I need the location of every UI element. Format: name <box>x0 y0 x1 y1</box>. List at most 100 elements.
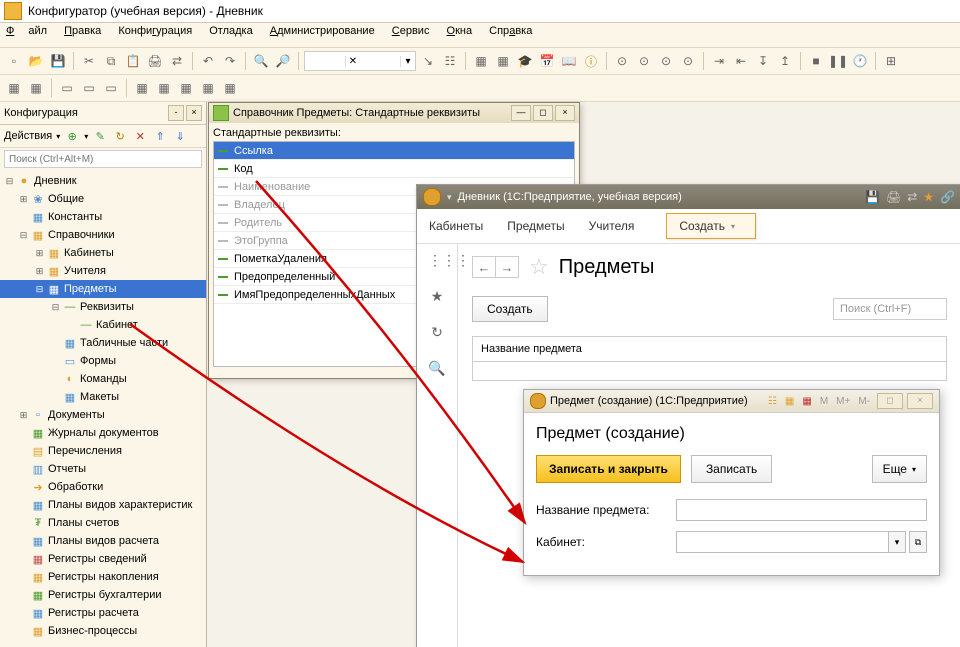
more-button[interactable]: Еще▾ <box>872 455 927 483</box>
menu-edit[interactable]: Правка <box>64 25 101 37</box>
tree-documents[interactable]: ⊞▫Документы <box>0 406 206 424</box>
goto-icon[interactable]: ↘ <box>418 51 438 71</box>
brk3-icon[interactable]: ⊙ <box>656 51 676 71</box>
dlg-max[interactable]: ◻ <box>877 393 903 409</box>
tb2c-icon[interactable]: ▭ <box>101 78 121 98</box>
ent-link-icon[interactable]: 🔗 <box>940 190 955 204</box>
ent-apps-icon[interactable]: ⋮⋮⋮ <box>428 252 446 270</box>
tree-journals[interactable]: ▦Журналы документов <box>0 424 206 442</box>
db1-icon[interactable]: ▦ <box>471 51 491 71</box>
down-icon[interactable]: ⇓ <box>172 128 188 144</box>
ent-nav-cabinets[interactable]: Кабинеты <box>429 219 483 233</box>
calendar-icon[interactable]: 📅 <box>537 51 557 71</box>
req-win-min[interactable]: — <box>511 105 531 121</box>
tree-bookregs[interactable]: ▦Регистры бухгалтерии <box>0 586 206 604</box>
tree-enums[interactable]: ▤Перечисления <box>0 442 206 460</box>
step3-icon[interactable]: ↧ <box>753 51 773 71</box>
menu-windows[interactable]: Окна <box>447 25 473 37</box>
brk1-icon[interactable]: ⊙ <box>612 51 632 71</box>
tb2e-icon[interactable]: ▦ <box>154 78 174 98</box>
tbl1-icon[interactable]: ▦ <box>4 78 24 98</box>
menu-file[interactable]: ФФайлайл <box>6 25 47 37</box>
dlg-tb-m[interactable]: M <box>817 396 831 407</box>
field-cabinet-input[interactable] <box>676 531 888 553</box>
compare-icon[interactable]: ⇄ <box>167 51 187 71</box>
tree-processing[interactable]: ➜Обработки <box>0 478 206 496</box>
tree-root[interactable]: ⊟●Дневник <box>0 172 206 190</box>
tree-subjects[interactable]: ⊟▦Предметы <box>0 280 206 298</box>
ent-star-icon[interactable]: ★ <box>923 190 934 204</box>
step4-icon[interactable]: ↥ <box>775 51 795 71</box>
tree-inforegs[interactable]: ▦Регистры сведений <box>0 550 206 568</box>
brk4-icon[interactable]: ⊙ <box>678 51 698 71</box>
save-icon[interactable]: 💾 <box>48 51 68 71</box>
ent-search-icon[interactable]: 🔍 <box>428 360 446 378</box>
tree-teachers[interactable]: ⊞▦Учителя <box>0 262 206 280</box>
tb2d-icon[interactable]: ▦ <box>132 78 152 98</box>
stop-icon[interactable]: ■ <box>806 51 826 71</box>
new-icon[interactable]: ▫ <box>4 51 24 71</box>
tree-tabular[interactable]: ▦Табличные части <box>0 334 206 352</box>
tb2h-icon[interactable]: ▦ <box>220 78 240 98</box>
dlg-tb-mminus[interactable]: M- <box>855 396 873 407</box>
ent-nav-teachers[interactable]: Учителя <box>589 219 635 233</box>
menu-config[interactable]: Конфигурация <box>118 25 192 37</box>
ent-back-icon[interactable]: ← <box>473 257 495 277</box>
step1-icon[interactable]: ⇥ <box>709 51 729 71</box>
eval-icon[interactable]: ⊞ <box>881 51 901 71</box>
menu-debug[interactable]: Отладка <box>209 25 252 37</box>
ent-print-icon[interactable]: 🖨 <box>886 190 901 204</box>
open-icon[interactable]: 📂 <box>26 51 46 71</box>
props-icon[interactable]: ☷ <box>440 51 460 71</box>
ent-lock-icon[interactable]: ⇄ <box>907 190 917 204</box>
tb2a-icon[interactable]: ▭ <box>57 78 77 98</box>
panel-close-icon[interactable]: × <box>186 105 202 121</box>
tree-accregs[interactable]: ▦Регистры накопления <box>0 568 206 586</box>
copy-icon[interactable]: ⧉ <box>101 51 121 71</box>
req-item[interactable]: Код <box>214 160 574 178</box>
actions-label[interactable]: Действия <box>4 130 52 142</box>
tree-constants[interactable]: ▦Константы <box>0 208 206 226</box>
edit-icon[interactable]: ✎ <box>92 128 108 144</box>
clock-icon[interactable]: 🕐 <box>850 51 870 71</box>
tree-charchars[interactable]: ▦Планы видов характеристик <box>0 496 206 514</box>
ent-dropdown-icon[interactable]: ▾ <box>447 192 452 203</box>
cut-icon[interactable]: ✂ <box>79 51 99 71</box>
save-close-button[interactable]: Записать и закрыть <box>536 455 681 483</box>
tree-bizproc[interactable]: ▦Бизнес-процессы <box>0 622 206 640</box>
tree-catalogs[interactable]: ⊟▦Справочники <box>0 226 206 244</box>
wizard-icon[interactable]: 🎓 <box>515 51 535 71</box>
print-icon[interactable]: 🖨 <box>145 51 165 71</box>
redo-icon[interactable]: ↷ <box>220 51 240 71</box>
tree-cabinet-req[interactable]: —Кабинет <box>0 316 206 334</box>
info-icon[interactable]: ⓘ <box>581 51 601 71</box>
pause-icon[interactable]: ❚❚ <box>828 51 848 71</box>
find-icon[interactable]: 🔍 <box>251 51 271 71</box>
panel-pin-icon[interactable]: - <box>168 105 184 121</box>
quick-search-combo[interactable]: ✕▾ <box>304 51 416 71</box>
req-item[interactable]: Ссылка <box>214 142 574 160</box>
dlg-close[interactable]: × <box>907 393 933 409</box>
delete-icon[interactable]: ✕ <box>132 128 148 144</box>
brk2-icon[interactable]: ⊙ <box>634 51 654 71</box>
tree-forms[interactable]: ▭Формы <box>0 352 206 370</box>
refresh-icon[interactable]: ↻ <box>112 128 128 144</box>
ent-nav-subjects[interactable]: Предметы <box>507 219 564 233</box>
add-icon[interactable]: ⊕ <box>64 128 80 144</box>
tbl2-icon[interactable]: ▦ <box>26 78 46 98</box>
dlg-tb-icon3[interactable]: ▦ <box>799 396 814 407</box>
ent-fwd-icon[interactable]: → <box>495 257 518 277</box>
ent-page-star-icon[interactable]: ☆ <box>529 254 549 280</box>
tb2f-icon[interactable]: ▦ <box>176 78 196 98</box>
db2-icon[interactable]: ▦ <box>493 51 513 71</box>
step2-icon[interactable]: ⇤ <box>731 51 751 71</box>
config-search-input[interactable] <box>4 150 202 168</box>
tree-requisites[interactable]: ⊟—Реквизиты <box>0 298 206 316</box>
dlg-title[interactable]: Предмет (создание) (1С:Предприятие) ☷ ▦ … <box>524 390 939 413</box>
req-win-title[interactable]: Справочник Предметы: Стандартные реквизи… <box>209 103 579 123</box>
ent-create-button[interactable]: Создать <box>472 296 548 322</box>
dlg-tb-icon1[interactable]: ☷ <box>765 396 780 407</box>
ent-fav-icon[interactable]: ★ <box>428 288 446 306</box>
req-win-close[interactable]: × <box>555 105 575 121</box>
dlg-tb-icon2[interactable]: ▦ <box>782 396 797 407</box>
